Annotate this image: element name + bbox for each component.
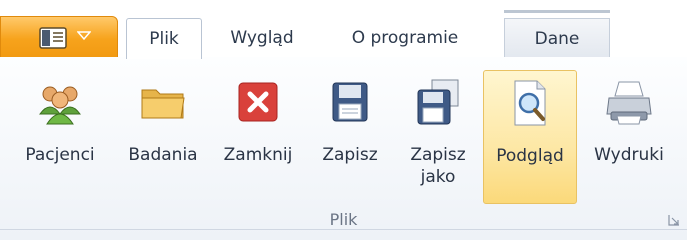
close-icon (238, 82, 278, 122)
app-menu-button[interactable] (0, 16, 118, 58)
tab-o-programie[interactable]: O programie (325, 18, 485, 58)
button-label: Pacjenci (25, 145, 95, 165)
group-label: Plik (329, 210, 358, 229)
zapisz-jako-button[interactable]: Zapisz jako (396, 70, 480, 204)
button-label: Podgląd (496, 146, 564, 166)
tab-label: Plik (149, 29, 179, 49)
ribbon-tab-strip: Plik Wygląd O programie Dane (0, 0, 687, 59)
folder-icon (141, 89, 185, 119)
tab-dane[interactable]: Dane (504, 18, 610, 58)
zamknij-button[interactable]: Zamknij (212, 70, 304, 204)
chevron-down-icon (77, 31, 91, 41)
save-icon (332, 82, 368, 122)
pacjenci-button[interactable]: Pacjenci (10, 70, 110, 204)
save-as-icon (417, 79, 459, 125)
patients-icon (39, 86, 81, 125)
dialog-launcher-icon[interactable] (668, 214, 680, 226)
button-label: Wydruki (594, 145, 664, 165)
button-label: Zapisz jako (410, 145, 466, 187)
contextual-tab-indicator (504, 10, 610, 13)
wydruki-button[interactable]: Wydruki (581, 70, 677, 204)
tab-label: Dane (534, 29, 580, 49)
tab-label: Wygląd (230, 28, 294, 48)
tab-label: O programie (351, 28, 459, 48)
ribbon: Plik Wygląd O programie Dane Pacjenci Ba… (0, 0, 687, 240)
printer-icon (606, 81, 652, 125)
zapisz-button[interactable]: Zapisz (307, 70, 393, 204)
podglad-button[interactable]: Podgląd (483, 70, 577, 204)
preview-icon (514, 80, 546, 126)
group-divider (0, 229, 687, 230)
button-label: Zapisz (322, 145, 378, 165)
button-label: Zamknij (223, 145, 293, 165)
app-menu-icon (39, 27, 67, 49)
tab-wyglad[interactable]: Wygląd (213, 18, 311, 58)
button-label: Badania (128, 145, 198, 165)
badania-button[interactable]: Badania (117, 70, 209, 204)
tab-plik[interactable]: Plik (126, 18, 202, 59)
